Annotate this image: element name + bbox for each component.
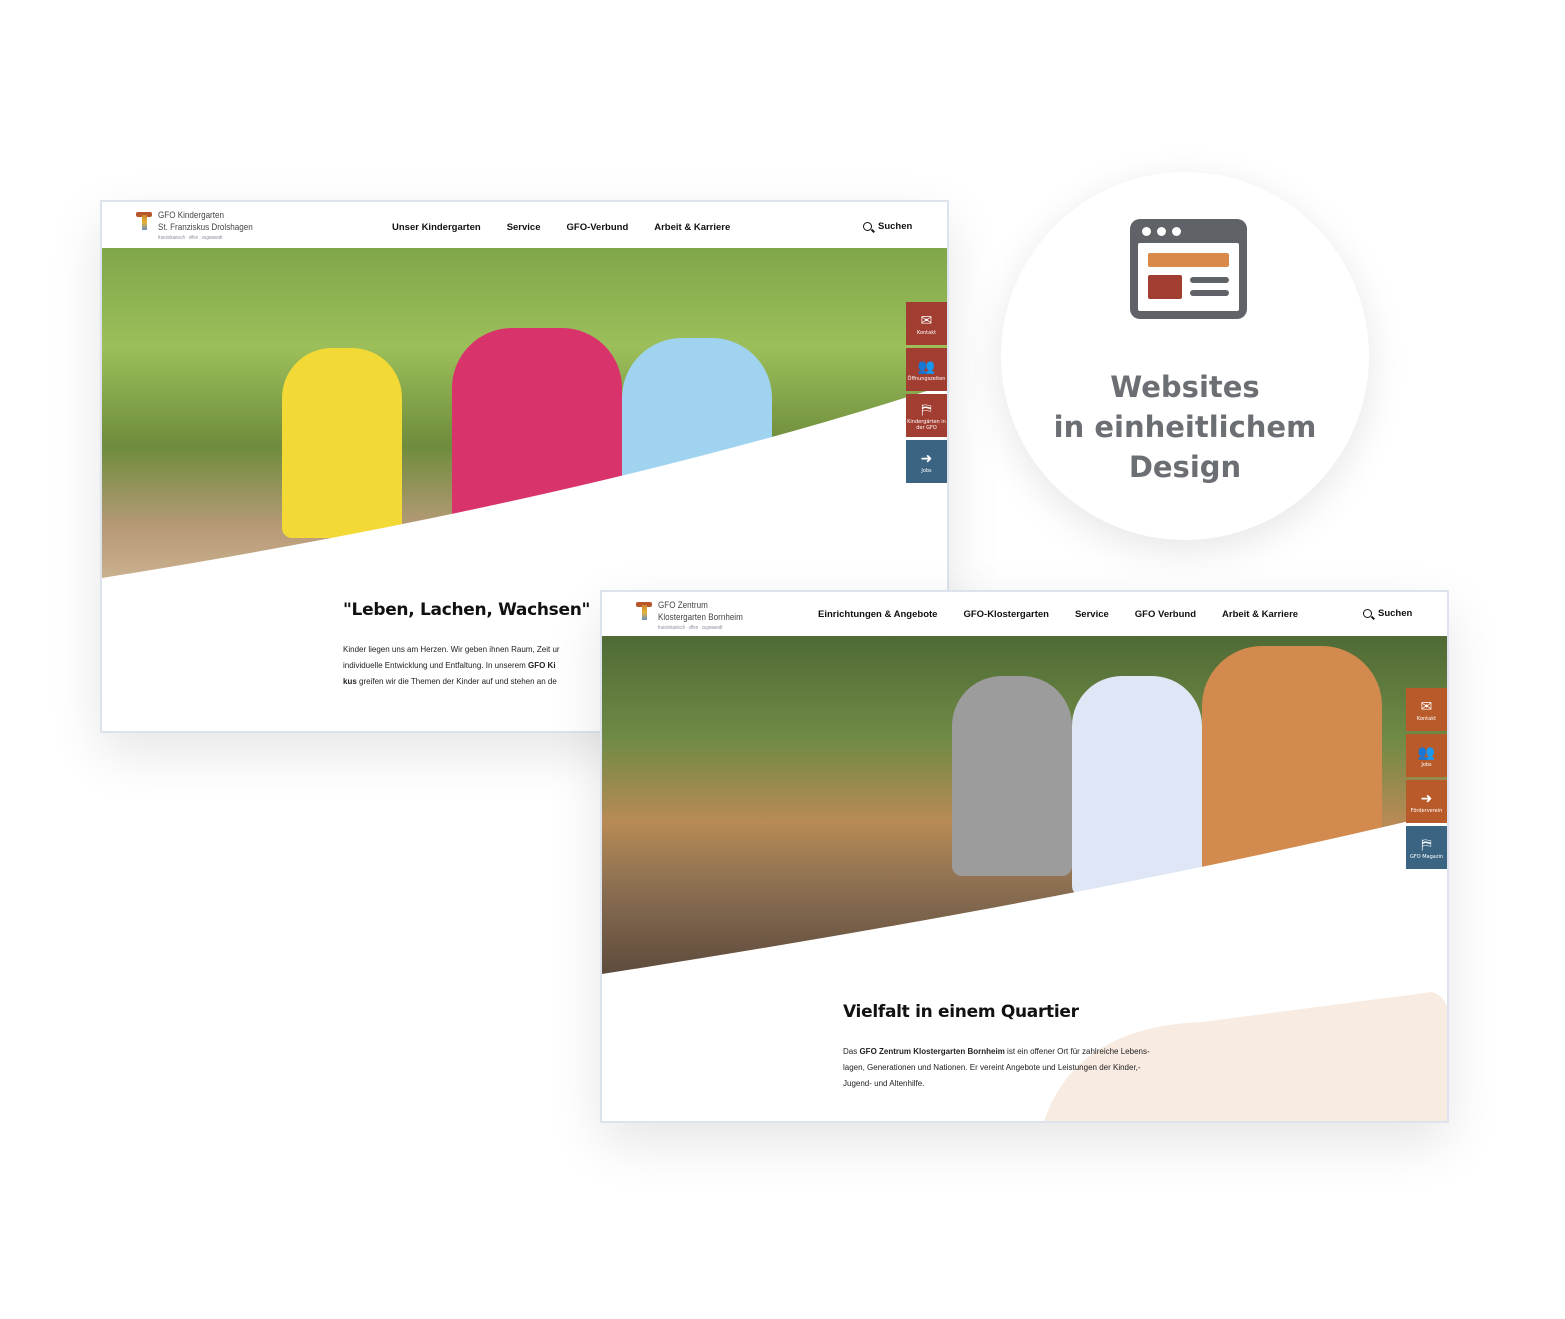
contact-icon: ✉ (920, 312, 933, 329)
main-nav: Unser Kindergarten Service GFO-Verbund Arbe… (392, 222, 730, 233)
hero-image-children-playing (102, 248, 947, 578)
site-header: GFO Kindergarten St. Franziskus Drolshage… (102, 202, 947, 248)
klostergarten-website-screenshot: GFO Zentrum Klostergarten Bornheim franzis… (600, 590, 1449, 1123)
logo[interactable]: GFO Kindergarten St. Franziskus Drolshage… (136, 210, 269, 242)
logo[interactable]: GFO Zentrum Klostergarten Bornheim franzis… (636, 600, 758, 632)
nav-item[interactable]: Arbeit & Karriere (1222, 609, 1298, 620)
nav-item[interactable]: Unser Kindergarten (392, 222, 481, 233)
gfo-logo-icon (136, 210, 152, 232)
logo-tagline: franziskanisch · offen · zugewandt (658, 625, 723, 631)
sign-in-icon: ➜ (920, 450, 933, 467)
logo-tagline: franziskanisch · offen · zugewandt (158, 235, 223, 241)
map-icon: ⛿ (1421, 836, 1432, 853)
badge-line: Design (1128, 450, 1242, 484)
badge-line: Websites (1110, 370, 1260, 404)
intro-section: Vielfalt in einem Quartier Das GFO Zentr… (843, 1002, 1263, 1092)
search-button[interactable]: Suchen (1363, 608, 1412, 619)
sign-in-icon: ➜ (1420, 790, 1433, 807)
nav-item[interactable]: Arbeit & Karriere (654, 222, 730, 233)
gfo-logo-icon (636, 600, 652, 622)
sidebar-kontakt[interactable]: ✉ Kontakt (1406, 688, 1447, 731)
sidebar-label: Kindergärten in der GFO (907, 418, 946, 431)
logo-name: GFO Kindergarten (158, 210, 224, 221)
sidebar-jobs[interactable]: ➜ Jobs (906, 440, 947, 483)
sidebar-oeffnungszeiten[interactable]: 👥 Öffnungszeiten (906, 348, 947, 391)
nav-item[interactable]: GFO Verbund (1135, 609, 1196, 620)
nav-item[interactable]: GFO-Klostergarten (963, 609, 1049, 620)
sidebar-label: Jobs (1421, 761, 1432, 768)
nav-item[interactable]: Service (507, 222, 541, 233)
section-heading: Vielfalt in einem Quartier (843, 1002, 1079, 1022)
sidebar-gfo-magazin[interactable]: ⛿ GFO Magazin (1406, 826, 1447, 869)
badge-line: in einheitlichem (1053, 410, 1317, 444)
sidebar-foerderverein[interactable]: ➜ Förderverein (1406, 780, 1447, 823)
quick-links-sidebar: ✉ Kontakt 👥 Öffnungszeiten ⛿ Kindergärten i… (906, 302, 947, 486)
browser-layout-icon (1130, 219, 1247, 319)
sidebar-jobs[interactable]: 👥 Jobs (1406, 734, 1447, 777)
nav-item[interactable]: Einrichtungen & Angebote (818, 609, 937, 620)
sidebar-label: Öffnungszeiten (907, 375, 946, 382)
search-label: Suchen (878, 221, 913, 232)
sidebar-label: Jobs (921, 467, 932, 474)
logo-subtitle: Klostergarten Bornheim (658, 612, 743, 623)
logo-name: GFO Zentrum (658, 600, 708, 611)
logo-subtitle: St. Franziskus Drolshagen (158, 222, 253, 233)
intro-text: Das GFO Zentrum Klostergarten Bornheim i… (843, 1047, 1150, 1088)
search-icon (1363, 609, 1372, 618)
people-icon: 👥 (1417, 744, 1436, 761)
sidebar-label: GFO Magazin (1409, 853, 1444, 860)
contact-icon: ✉ (1420, 698, 1433, 715)
search-icon (863, 222, 872, 231)
main-nav: Einrichtungen & Angebote GFO-Klostergarte… (818, 609, 1298, 620)
hero-curve (102, 384, 947, 578)
people-icon: 👥 (917, 358, 936, 375)
sidebar-label: Kontakt (1416, 715, 1437, 722)
sidebar-kindergaerten[interactable]: ⛿ Kindergärten in der GFO (906, 394, 947, 437)
nav-item[interactable]: GFO-Verbund (567, 222, 629, 233)
site-header: GFO Zentrum Klostergarten Bornheim franzis… (602, 592, 1447, 636)
sidebar-label: Kontakt (916, 329, 937, 336)
nav-item[interactable]: Service (1075, 609, 1109, 620)
quick-links-sidebar: ✉ Kontakt 👥 Jobs ➜ Förderverein ⛿ GFO Magazi… (1406, 688, 1447, 872)
search-label: Suchen (1378, 608, 1413, 619)
hero-image-seniors-on-bench (602, 636, 1447, 974)
search-button[interactable]: Suchen (863, 221, 912, 232)
design-badge: Websites in einheitlichem Design (1001, 172, 1369, 540)
sidebar-label: Förderverein (1410, 807, 1443, 814)
hero-curve (602, 811, 1447, 974)
map-icon: ⛿ (921, 401, 932, 418)
sidebar-kontakt[interactable]: ✉ Kontakt (906, 302, 947, 345)
